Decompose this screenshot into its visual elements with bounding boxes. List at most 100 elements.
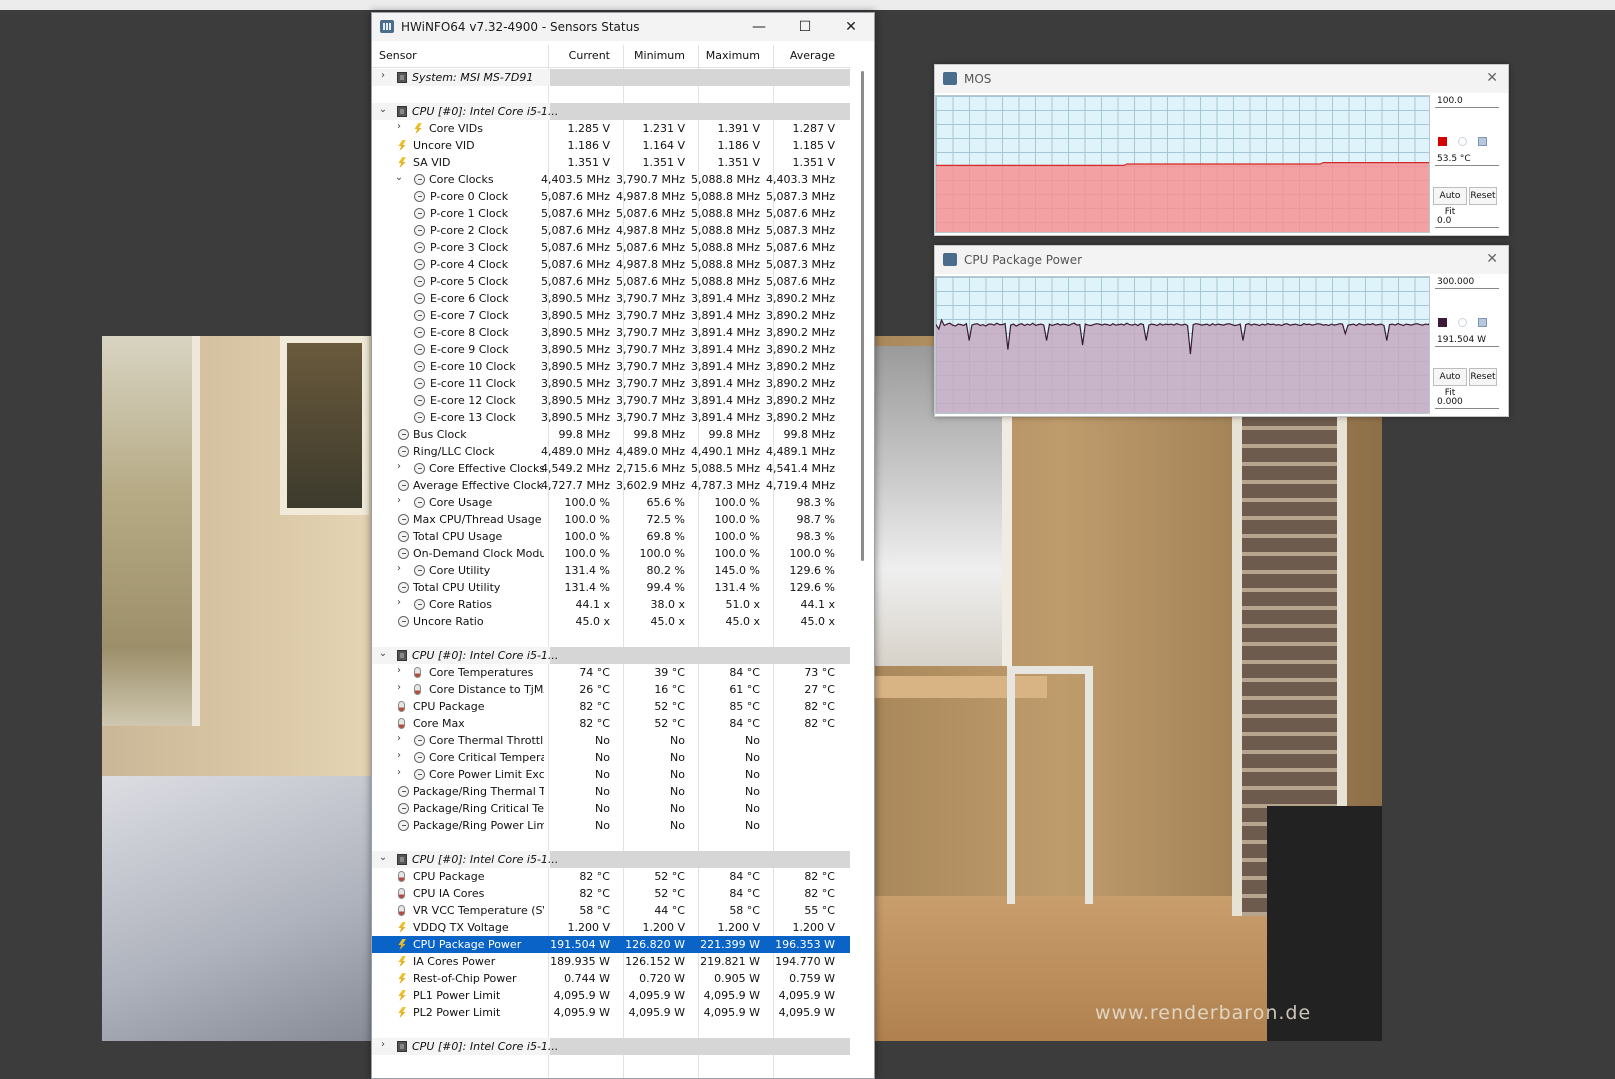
graph-window-cpu-package-power[interactable]: CPU Package Power ✕ 300.000 191.504 W Au… (934, 245, 1509, 417)
sensor-row[interactable]: On-Demand Clock Modul... 100.0 % 100.0 % 10… (372, 545, 850, 562)
sensor-row[interactable]: Average Effective Clock 4,727.7 MHz 3,602.… (372, 477, 850, 494)
sensor-row[interactable]: CPU Package 82 °C 52 °C 85 °C 82 °C (372, 698, 850, 715)
sensor-row[interactable]: E-core 8 Clock 3,890.5 MHz 3,790.7 MHz 3,89… (372, 324, 850, 341)
graph-titlebar[interactable]: MOS ✕ (935, 65, 1508, 93)
graph-window-mos[interactable]: MOS ✕ 100.0 53.5 °C Auto Fit Reset 0.0 (934, 64, 1509, 236)
sensor-row[interactable]: E-core 13 Clock 3,890.5 MHz 3,790.7 MHz 3,8… (372, 409, 850, 426)
graph-close-icon[interactable]: ✕ (1486, 251, 1498, 267)
column-header-average[interactable]: Average (765, 49, 835, 62)
expand-chevron-icon[interactable]: › (394, 767, 404, 778)
sensor-row[interactable]: › Core Thermal Throttling No No No (372, 732, 850, 749)
sensor-group-row[interactable]: ⌄ CPU [#0]: Intel Core i5-1... (372, 647, 850, 664)
sensor-row[interactable]: › Core Power Limit Exc... No No No (372, 766, 850, 783)
sensor-row[interactable]: ⌄ Core Clocks 4,403.5 MHz 3,790.7 MHz 5,088.… (372, 171, 850, 188)
close-button[interactable]: ✕ (828, 13, 874, 41)
minimize-button[interactable]: — (736, 13, 782, 41)
sensor-row[interactable]: Total CPU Usage 100.0 % 69.8 % 100.0 % 98.3 … (372, 528, 850, 545)
sensor-row[interactable]: CPU Package Power 191.504 W 126.820 W 221.3… (372, 936, 850, 953)
sensor-row[interactable]: › Core Usage 100.0 % 65.6 % 100.0 % 98.3 % (372, 494, 850, 511)
sensor-row[interactable]: P-core 5 Clock 5,087.6 MHz 5,087.6 MHz 5,08… (372, 273, 850, 290)
column-header-minimum[interactable]: Minimum (615, 49, 685, 62)
sensor-row[interactable]: VR VCC Temperature (SV... 58 °C 44 °C 58 °C… (372, 902, 850, 919)
sensor-row[interactable]: › Core Temperatures 74 °C 39 °C 84 °C 73 °C (372, 664, 850, 681)
sensor-row[interactable]: E-core 10 Clock 3,890.5 MHz 3,790.7 MHz 3,8… (372, 358, 850, 375)
expand-chevron-icon[interactable]: › (394, 733, 404, 744)
sensor-row[interactable]: › Core VIDs 1.285 V 1.231 V 1.391 V 1.287 V (372, 120, 850, 137)
sensor-group-row[interactable]: ⌄ CPU [#0]: Intel Core i5-1... (372, 851, 850, 868)
sensor-row[interactable]: SA VID 1.351 V 1.351 V 1.351 V 1.351 V (372, 154, 850, 171)
expand-chevron-icon[interactable]: › (394, 682, 404, 693)
graph-close-icon[interactable]: ✕ (1486, 70, 1498, 86)
sensor-row[interactable]: E-core 11 Clock 3,890.5 MHz 3,790.7 MHz 3,8… (372, 375, 850, 392)
sensor-row[interactable]: › Core Critical Tempera... No No No (372, 749, 850, 766)
sensor-row[interactable]: CPU IA Cores 82 °C 52 °C 84 °C 82 °C (372, 885, 850, 902)
current-value: 100.0 % (564, 547, 610, 560)
sensor-row[interactable]: Package/Ring Thermal Th... No No No (372, 783, 850, 800)
maximize-button[interactable]: ☐ (782, 13, 828, 41)
expand-chevron-icon[interactable]: › (394, 121, 404, 132)
auto-fit-button[interactable]: Auto Fit (1433, 368, 1467, 398)
sensor-group-row[interactable]: ⌄ CPU [#0]: Intel Core i5-1... (372, 103, 850, 120)
sensor-row[interactable]: Ring/LLC Clock 4,489.0 MHz 4,489.0 MHz 4,49… (372, 443, 850, 460)
sensor-row[interactable]: P-core 3 Clock 5,087.6 MHz 5,087.6 MHz 5,08… (372, 239, 850, 256)
sensor-row[interactable]: Max CPU/Thread Usage 100.0 % 72.5 % 100.0 %… (372, 511, 850, 528)
window-titlebar[interactable]: HWiNFO64 v7.32-4900 - Sensors Status — ☐… (372, 13, 874, 41)
sensor-row[interactable]: Bus Clock 99.8 MHz 99.8 MHz 99.8 MHz 99.8 MH… (372, 426, 850, 443)
sensor-row[interactable]: › Core Effective Clocks 4,549.2 MHz 2,715.6… (372, 460, 850, 477)
color-swatch[interactable] (1438, 137, 1447, 146)
collapse-chevron-icon[interactable]: ⌄ (378, 648, 388, 659)
scrollbar-thumb[interactable] (861, 71, 864, 561)
sensor-row[interactable]: E-core 9 Clock 3,890.5 MHz 3,790.7 MHz 3,89… (372, 341, 850, 358)
expand-chevron-icon[interactable]: › (394, 665, 404, 676)
reset-button[interactable]: Reset (1469, 368, 1497, 386)
expand-chevron-icon[interactable]: › (394, 461, 404, 472)
sensor-row[interactable]: Uncore Ratio 45.0 x 45.0 x 45.0 x 45.0 x (372, 613, 850, 630)
sensor-group-row[interactable]: › CPU [#0]: Intel Core i5-1... (372, 1038, 850, 1055)
sensor-row[interactable]: E-core 12 Clock 3,890.5 MHz 3,790.7 MHz 3,8… (372, 392, 850, 409)
sensor-row[interactable]: PL2 Power Limit 4,095.9 W 4,095.9 W 4,095.9… (372, 1004, 850, 1021)
sensor-row[interactable]: › Core Ratios 44.1 x 38.0 x 51.0 x 44.1 x (372, 596, 850, 613)
sensor-row[interactable]: E-core 6 Clock 3,890.5 MHz 3,790.7 MHz 3,89… (372, 290, 850, 307)
sensor-row[interactable]: P-core 2 Clock 5,087.6 MHz 4,987.8 MHz 5,08… (372, 222, 850, 239)
sensor-row[interactable]: P-core 0 Clock 5,087.6 MHz 4,987.8 MHz 5,08… (372, 188, 850, 205)
sensor-row[interactable]: VDDQ TX Voltage 1.200 V 1.200 V 1.200 V 1.20… (372, 919, 850, 936)
color-swatch[interactable] (1438, 318, 1447, 327)
expand-chevron-icon[interactable]: › (394, 597, 404, 608)
expand-chevron-icon[interactable]: › (394, 495, 404, 506)
square-toggle-icon[interactable] (1478, 318, 1487, 327)
expand-chevron-icon[interactable]: › (378, 70, 388, 81)
sensor-row[interactable]: P-core 4 Clock 5,087.6 MHz 4,987.8 MHz 5,08… (372, 256, 850, 273)
sensor-row[interactable]: › Core Distance to TjMAX 26 °C 16 °C 61 °C 27… (372, 681, 850, 698)
circle-toggle-icon[interactable] (1458, 137, 1467, 146)
collapse-chevron-icon[interactable]: ⌄ (378, 852, 388, 863)
sensor-row[interactable]: Core Max 82 °C 52 °C 84 °C 82 °C (372, 715, 850, 732)
graph-titlebar[interactable]: CPU Package Power ✕ (935, 246, 1508, 274)
vertical-scrollbar[interactable] (852, 67, 874, 1078)
auto-fit-button[interactable]: Auto Fit (1433, 187, 1467, 217)
sensor-row[interactable]: › Core Utility 131.4 % 80.2 % 145.0 % 129.6 % (372, 562, 850, 579)
sensor-group-row[interactable]: › System: MSI MS-7D91 (372, 69, 850, 86)
collapse-chevron-icon[interactable]: ⌄ (378, 104, 388, 115)
sensor-row[interactable]: Package/Ring Critical Te... No No No (372, 800, 850, 817)
sensor-list[interactable]: › System: MSI MS-7D91 ⌄ CPU [#0]: Intel Cor… (372, 69, 850, 1055)
sensors-status-window[interactable]: HWiNFO64 v7.32-4900 - Sensors Status — ☐… (371, 12, 875, 1079)
circle-toggle-icon[interactable] (1458, 318, 1467, 327)
column-header-maximum[interactable]: Maximum (690, 49, 760, 62)
expand-chevron-icon[interactable]: › (394, 563, 404, 574)
sensor-row[interactable]: Total CPU Utility 131.4 % 99.4 % 131.4 % 129… (372, 579, 850, 596)
square-toggle-icon[interactable] (1478, 137, 1487, 146)
column-header-current[interactable]: Current (540, 49, 610, 62)
sensor-row[interactable]: IA Cores Power 189.935 W 126.152 W 219.821 … (372, 953, 850, 970)
sensor-row[interactable]: PL1 Power Limit 4,095.9 W 4,095.9 W 4,095.9… (372, 987, 850, 1004)
expand-chevron-icon[interactable]: › (394, 750, 404, 761)
sensor-row[interactable]: Package/Ring Power Limi... No No No (372, 817, 850, 834)
sensor-row[interactable]: Rest-of-Chip Power 0.744 W 0.720 W 0.905 W 0… (372, 970, 850, 987)
sensor-row[interactable]: P-core 1 Clock 5,087.6 MHz 5,087.6 MHz 5,08… (372, 205, 850, 222)
reset-button[interactable]: Reset (1469, 187, 1497, 205)
collapse-chevron-icon[interactable]: ⌄ (394, 172, 404, 183)
sensor-row[interactable]: CPU Package 82 °C 52 °C 84 °C 82 °C (372, 868, 850, 885)
sensor-row[interactable]: E-core 7 Clock 3,890.5 MHz 3,790.7 MHz 3,89… (372, 307, 850, 324)
expand-chevron-icon[interactable]: › (378, 1039, 388, 1050)
column-header-sensor[interactable]: Sensor (379, 49, 417, 62)
sensor-row[interactable]: Uncore VID 1.186 V 1.164 V 1.186 V 1.185 V (372, 137, 850, 154)
